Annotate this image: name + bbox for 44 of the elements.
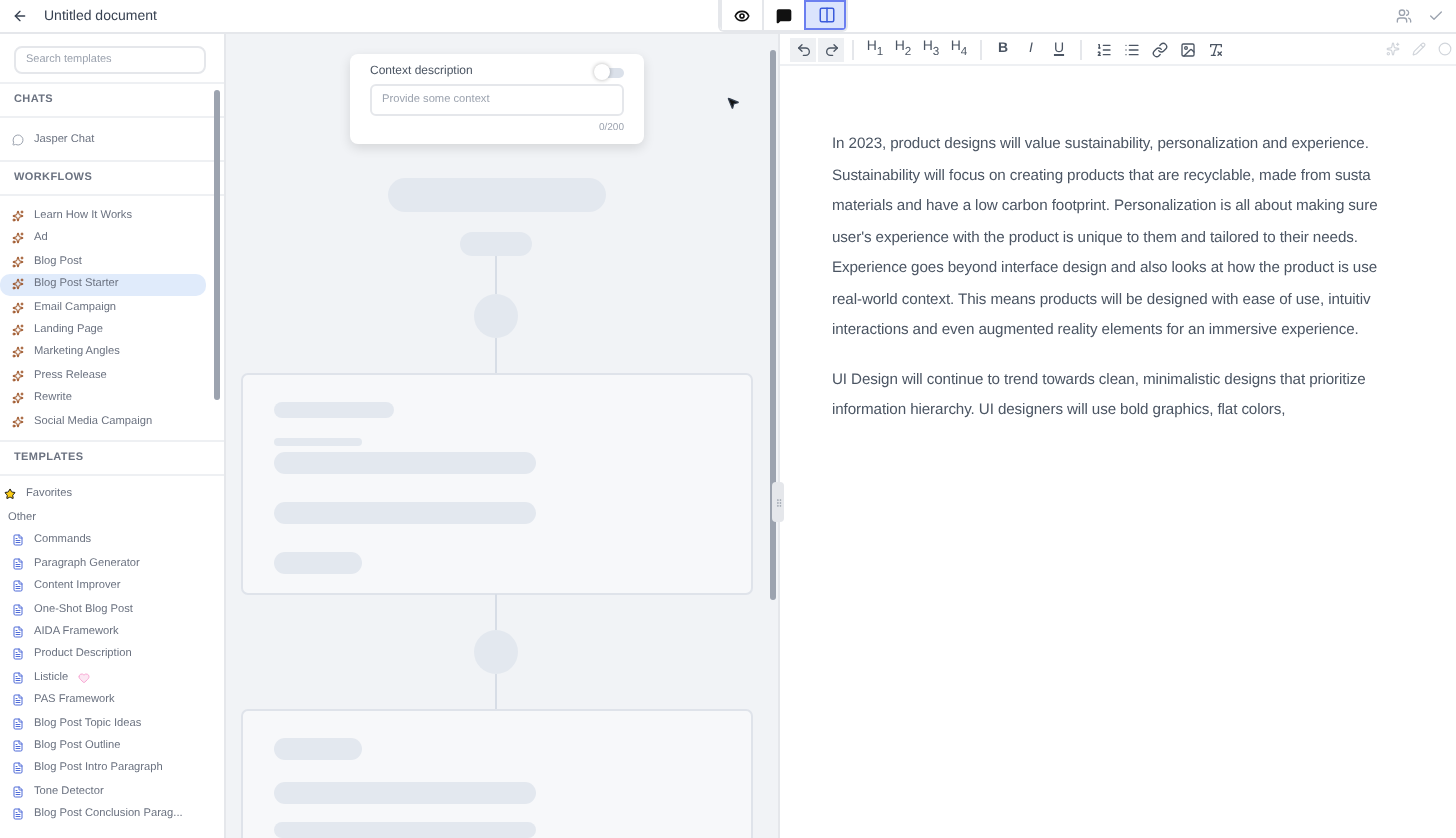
sparkle-icon <box>12 255 24 268</box>
sparkle-icon <box>12 210 24 223</box>
document-icon <box>12 603 24 616</box>
eye-icon <box>734 7 750 23</box>
mouse-cursor-icon <box>726 96 740 110</box>
sparkle-icon <box>12 301 24 314</box>
redo-button[interactable] <box>818 37 844 61</box>
bullet-list-icon <box>1123 41 1139 57</box>
document-icon <box>12 694 24 707</box>
back-arrow-icon[interactable] <box>12 8 28 24</box>
sparkle-icon <box>12 232 24 245</box>
document-icon <box>12 739 24 752</box>
document-icon <box>12 557 24 570</box>
document-icon <box>12 762 24 775</box>
scrollbar-thumb[interactable] <box>214 90 220 400</box>
sparkle-icon <box>12 392 24 405</box>
sparkle-icon <box>12 324 24 337</box>
star-icon <box>4 487 16 500</box>
document-icon <box>12 534 24 547</box>
sparkle-icon <box>12 346 24 359</box>
sparkle-icon <box>12 415 24 428</box>
panel-resize-handle[interactable] <box>772 482 784 522</box>
undo-icon <box>795 41 811 57</box>
document-icon <box>12 625 24 638</box>
document-icon <box>12 717 24 729</box>
document-icon <box>12 785 24 798</box>
chat-icon <box>776 7 792 23</box>
image-icon <box>1179 41 1195 57</box>
document-icon <box>12 671 24 684</box>
toggle-switch[interactable] <box>596 67 624 77</box>
undo-button[interactable] <box>790 37 816 61</box>
check-icon[interactable] <box>1428 8 1444 24</box>
clear-format-icon <box>1207 41 1223 57</box>
sparkle-icon <box>12 369 24 382</box>
numbered-list-icon <box>1095 41 1111 57</box>
chat-bubble-icon <box>12 133 24 146</box>
document-icon <box>12 580 24 593</box>
redo-icon <box>823 41 839 57</box>
document-icon <box>12 648 24 661</box>
document-icon <box>12 808 24 821</box>
link-icon <box>1151 41 1167 57</box>
split-view-icon <box>817 6 835 24</box>
sparkle-icon <box>12 278 24 291</box>
scrollbar-thumb[interactable] <box>770 50 776 600</box>
